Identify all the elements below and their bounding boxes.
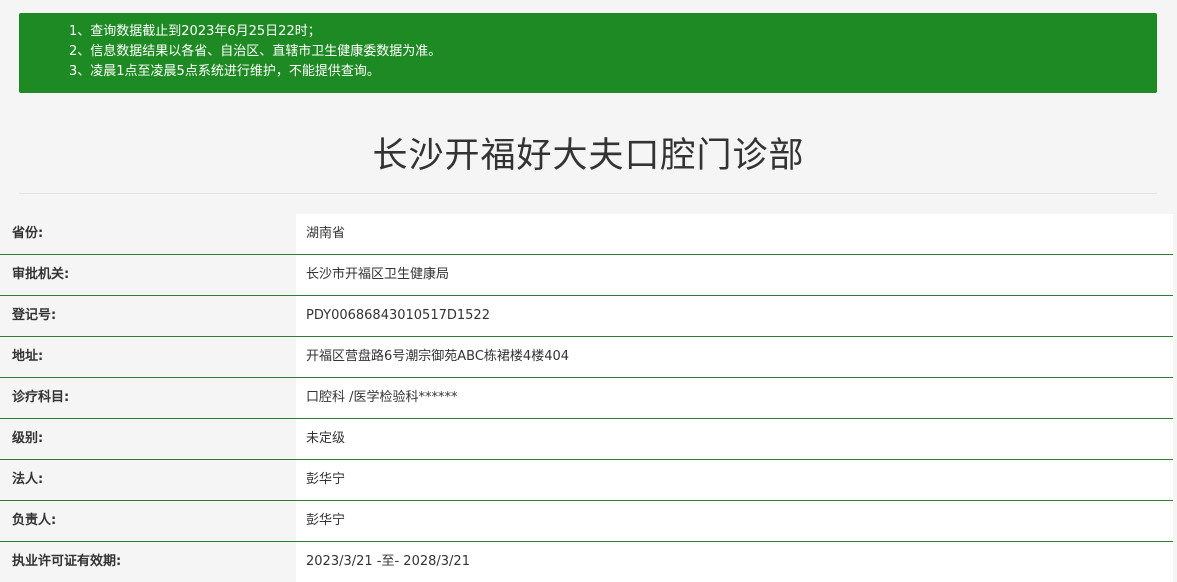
- page-title: 长沙开福好大夫口腔门诊部: [372, 136, 805, 176]
- table-row-approval-authority: 审批机关: 长沙市开福区卫生健康局: [0, 255, 1173, 296]
- row-label: 登记号:: [0, 296, 296, 336]
- table-row-registration-number: 登记号: PDY00686843010517D1522: [0, 296, 1173, 337]
- row-label: 诊疗科目:: [0, 378, 296, 418]
- table-row-departments: 诊疗科目: 口腔科 /医学检验科******: [0, 378, 1173, 419]
- row-label: 地址:: [0, 337, 296, 377]
- row-label: 执业许可证有效期:: [0, 542, 296, 582]
- row-value: 湖南省: [296, 214, 1173, 254]
- row-value: 长沙市开福区卫生健康局: [296, 255, 1173, 295]
- table-row-level: 级别: 未定级: [0, 419, 1173, 460]
- row-label: 省份:: [0, 214, 296, 254]
- row-label: 级别:: [0, 419, 296, 459]
- row-value: 2023/3/21 -至- 2028/3/21: [296, 542, 1173, 582]
- table-row-address: 地址: 开福区营盘路6号潮宗御苑ABC栋裙楼4楼404: [0, 337, 1173, 378]
- row-value: 彭华宁: [296, 501, 1173, 541]
- notice-banner: 1、查询数据截止到2023年6月25日22时； 2、信息数据结果以各省、自治区、…: [19, 13, 1157, 93]
- notice-line-3: 3、凌晨1点至凌晨5点系统进行维护，不能提供查询。: [69, 64, 380, 79]
- table-row-license-validity: 执业许可证有效期: 2023/3/21 -至- 2028/3/21: [0, 542, 1173, 582]
- table-row-person-in-charge: 负责人: 彭华宁: [0, 501, 1173, 542]
- row-value: 彭华宁: [296, 460, 1173, 500]
- row-value: 未定级: [296, 419, 1173, 459]
- row-label: 负责人:: [0, 501, 296, 541]
- table-row-legal-person: 法人: 彭华宁: [0, 460, 1173, 501]
- row-label: 审批机关:: [0, 255, 296, 295]
- row-label: 法人:: [0, 460, 296, 500]
- table-row-province: 省份: 湖南省: [0, 214, 1173, 255]
- info-table: 省份: 湖南省 审批机关: 长沙市开福区卫生健康局 登记号: PDY006868…: [0, 214, 1173, 582]
- notice-line-2: 2、信息数据结果以各省、自治区、直辖市卫生健康委数据为准。: [69, 44, 442, 59]
- row-value: 开福区营盘路6号潮宗御苑ABC栋裙楼4楼404: [296, 337, 1173, 377]
- notice-line-1: 1、查询数据截止到2023年6月25日22时；: [69, 24, 321, 39]
- row-value: PDY00686843010517D1522: [296, 296, 1173, 336]
- title-divider: [19, 193, 1157, 194]
- row-value: 口腔科 /医学检验科******: [296, 378, 1173, 418]
